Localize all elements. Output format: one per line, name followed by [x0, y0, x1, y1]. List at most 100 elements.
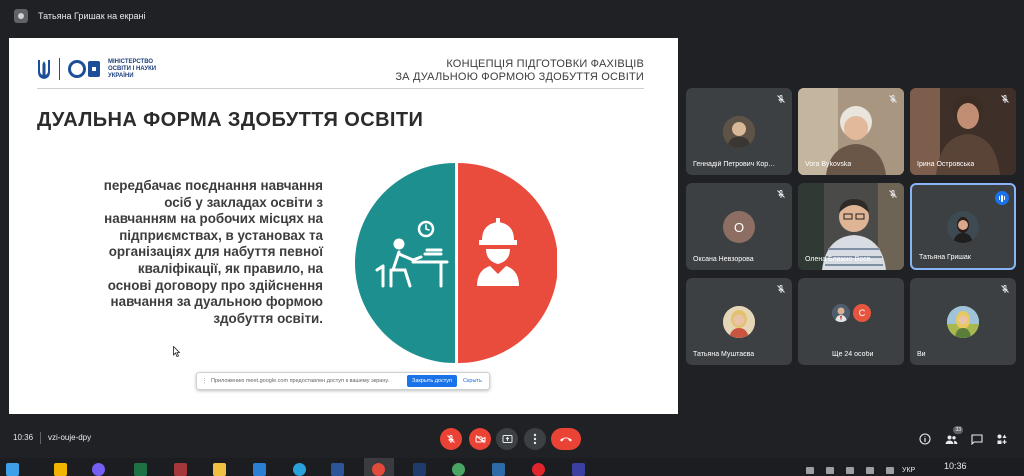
- self-tile[interactable]: Ви: [910, 278, 1016, 365]
- ministry-name: МІНІСТЕРСТВО ОСВІТИ І НАУКИ УКРАЇНИ: [108, 58, 157, 79]
- participant-name: Vora Bykovska: [805, 161, 852, 168]
- screen-share-notice: ⋮ Приложению meet.google.com предоставле…: [196, 372, 490, 390]
- info-icon: [919, 433, 931, 445]
- present-icon: [502, 435, 512, 443]
- app-icon[interactable]: [572, 463, 585, 476]
- participant-tile[interactable]: Татьяна Муштаєва: [686, 278, 792, 365]
- stop-sharing-button[interactable]: Закрыть доступ: [407, 375, 458, 387]
- participant-tile[interactable]: Олена Блажко-Воєв…: [798, 183, 904, 270]
- tray-icon[interactable]: [846, 467, 854, 474]
- chat-icon: [971, 433, 983, 445]
- meeting-divider: [40, 432, 41, 444]
- file-explorer-icon[interactable]: [54, 463, 67, 476]
- mic-off-icon: [447, 435, 455, 443]
- photoshop-icon[interactable]: [413, 463, 426, 476]
- folder-icon[interactable]: [213, 463, 226, 476]
- access-icon[interactable]: [174, 463, 187, 476]
- meeting-controls-bar: 10:36 vzi-ouje-dpy 33: [0, 426, 1024, 452]
- participant-tile[interactable]: Ірина Островська: [910, 88, 1016, 175]
- participant-avatar: [832, 304, 850, 322]
- participant-avatar: [723, 116, 755, 148]
- telegram-icon[interactable]: [293, 463, 306, 476]
- participant-initial: О: [733, 219, 745, 235]
- participant-name: Ви: [917, 351, 926, 358]
- slide-header-line2: ЗА ДУАЛЬНОЮ ФОРМОЮ ЗДОБУТТЯ ОСВІТИ: [395, 71, 644, 83]
- mic-muted-icon: [889, 95, 897, 103]
- shared-screen: МІНІСТЕРСТВО ОСВІТИ І НАУКИ УКРАЇНИ КОНЦ…: [9, 38, 678, 414]
- leave-call-button[interactable]: [551, 428, 581, 450]
- participant-name: Ірина Островська: [917, 161, 975, 168]
- slide-header: КОНЦЕПЦІЯ ПІДГОТОВКИ ФАХІВЦІВ ЗА ДУАЛЬНО…: [395, 58, 644, 84]
- mic-muted-icon: [777, 190, 785, 198]
- browser-icon[interactable]: [452, 463, 465, 476]
- excel-icon[interactable]: [134, 463, 147, 476]
- participant-name: Татьяна Гришак: [919, 254, 971, 261]
- participant-initial-avatar: С: [853, 304, 871, 322]
- people-count-badge: 33: [953, 426, 963, 434]
- word-icon[interactable]: [331, 463, 344, 476]
- participant-avatar: О: [723, 211, 755, 243]
- slide-header-line1: КОНЦЕПЦІЯ ПІДГОТОВКИ ФАХІВЦІВ: [446, 58, 644, 70]
- presenting-banner: Татьяна Гришак на екрані: [0, 0, 1024, 32]
- dual-education-graphic: [355, 163, 557, 363]
- show-everyone-button[interactable]: 33: [944, 426, 963, 446]
- participant-tile-presenter[interactable]: Татьяна Гришак: [910, 183, 1016, 270]
- mic-toggle-button[interactable]: [440, 428, 462, 450]
- opera-icon[interactable]: [532, 463, 545, 476]
- meeting-details-button[interactable]: [918, 432, 932, 446]
- chrome-icon[interactable]: [372, 463, 385, 476]
- more-participants-label: Ще 24 особи: [832, 351, 874, 358]
- activities-button[interactable]: [995, 432, 1009, 446]
- logo-separator: [59, 58, 60, 80]
- system-clock[interactable]: 10:36: [944, 461, 967, 471]
- slide-title: ДУАЛЬНА ФОРМА ЗДОБУТТЯ ОСВІТИ: [37, 109, 424, 131]
- windows-start-icon[interactable]: [6, 463, 19, 476]
- speaking-indicator-icon: [995, 191, 1009, 205]
- mic-muted-icon: [777, 95, 785, 103]
- participant-avatar: [947, 211, 979, 243]
- tray-icon[interactable]: [826, 467, 834, 474]
- viber-icon[interactable]: [92, 463, 105, 476]
- slide-divider: [37, 88, 644, 89]
- participant-avatar: [947, 306, 979, 338]
- language-indicator[interactable]: УКР: [902, 467, 915, 474]
- trident-icon: [38, 60, 50, 79]
- more-participants-tile[interactable]: С Ще 24 особи: [798, 278, 904, 365]
- activities-icon: [997, 434, 1007, 444]
- share-notice-text: Приложению meet.google.com предоставлен …: [211, 378, 390, 384]
- work-half: [458, 163, 557, 363]
- hide-notice-button[interactable]: Скрыть: [463, 378, 482, 384]
- tray-icon[interactable]: [806, 467, 814, 474]
- edge-icon[interactable]: [253, 463, 266, 476]
- present-now-button[interactable]: [496, 428, 518, 450]
- participant-name: Оксана Невзорова: [693, 256, 754, 263]
- app-icon[interactable]: [492, 463, 505, 476]
- mic-muted-icon: [889, 190, 897, 198]
- more-options-button[interactable]: [524, 428, 546, 450]
- participant-avatar: [723, 306, 755, 338]
- participant-tile[interactable]: О Оксана Невзорова: [686, 183, 792, 270]
- camera-off-icon: [475, 435, 485, 444]
- participant-name: Геннадій Петрович Кор…: [693, 161, 776, 168]
- participant-tile[interactable]: Vora Bykovska: [798, 88, 904, 175]
- more-avatars: С: [832, 304, 871, 322]
- participant-name: Олена Блажко-Воєв…: [805, 256, 878, 263]
- more-vert-icon: [533, 433, 537, 445]
- participant-tile[interactable]: Геннадій Петрович Кор…: [686, 88, 792, 175]
- volume-icon[interactable]: [866, 467, 874, 474]
- slide-body-text: передбачає поєднання навчання осіб у зак…: [103, 178, 323, 326]
- chat-button[interactable]: [970, 432, 984, 446]
- hangup-icon: [560, 437, 572, 442]
- mouse-cursor-icon: [173, 346, 180, 357]
- ministry-logo: МІНІСТЕРСТВО ОСВІТИ І НАУКИ УКРАЇНИ: [37, 58, 168, 80]
- participant-name: Татьяна Муштаєва: [693, 351, 755, 358]
- presenting-label: Татьяна Гришак на екрані: [38, 11, 146, 21]
- mic-muted-icon: [1001, 285, 1009, 293]
- presenter-avatar-icon: [14, 9, 28, 23]
- camera-toggle-button[interactable]: [469, 428, 491, 450]
- os-taskbar: УКР 10:36: [0, 458, 1024, 476]
- people-icon: [945, 435, 957, 444]
- network-icon[interactable]: [886, 467, 894, 474]
- meeting-code: vzi-ouje-dpy: [48, 433, 92, 442]
- drag-handle-icon[interactable]: ⋮: [201, 377, 208, 385]
